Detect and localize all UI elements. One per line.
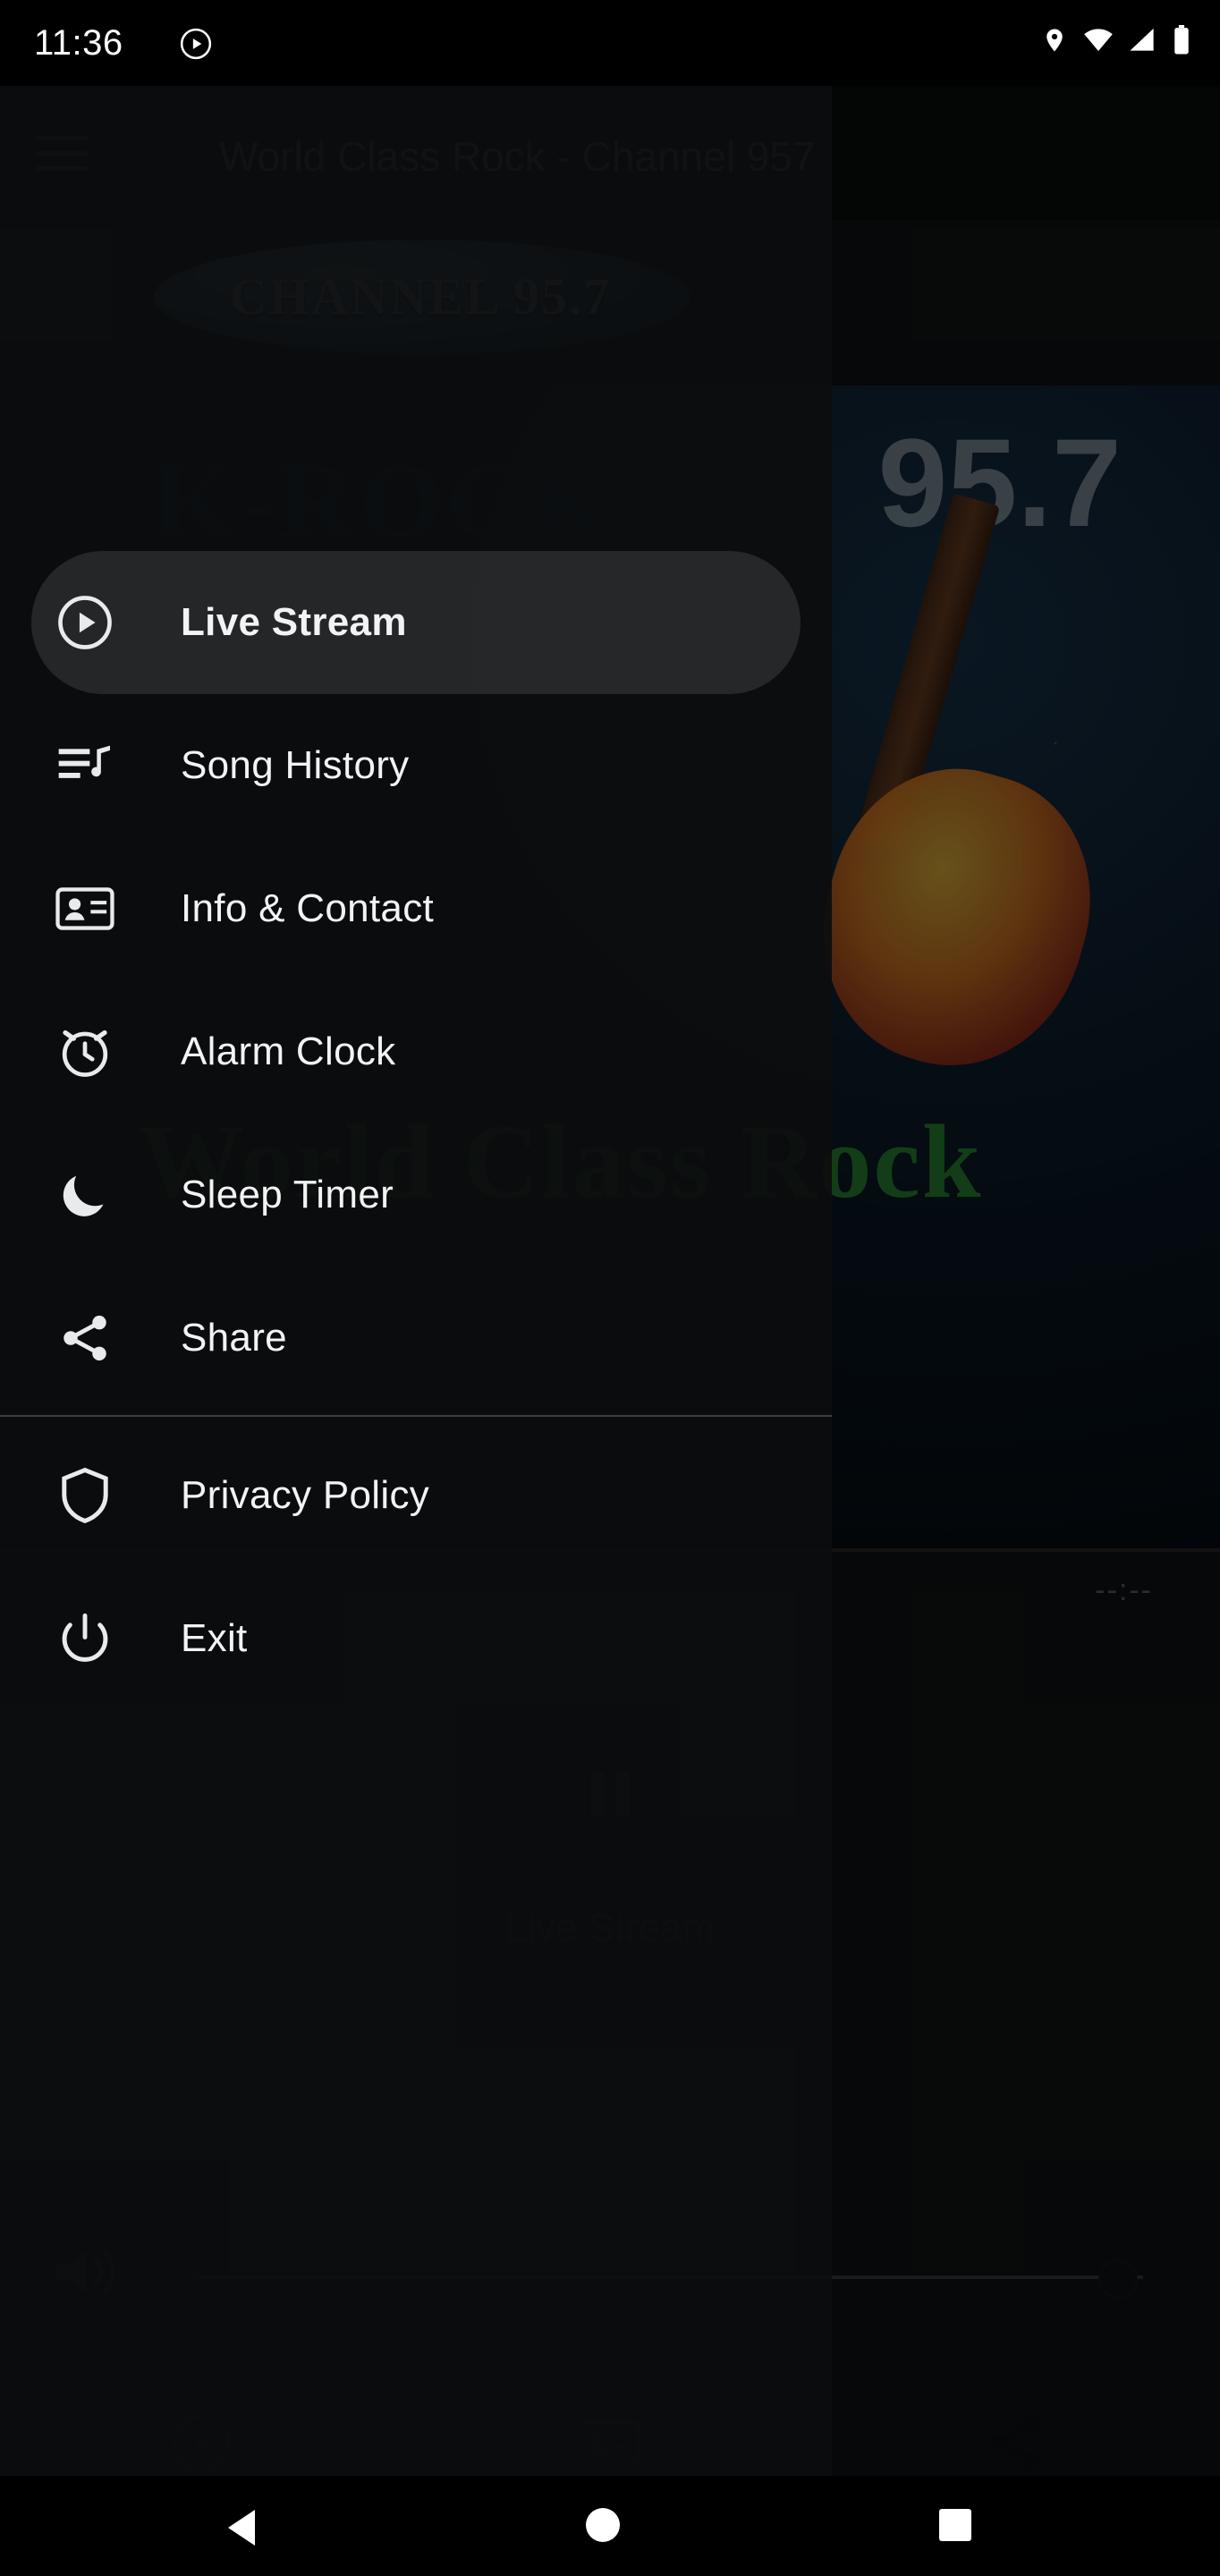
drawer-item-live-stream[interactable]: Live Stream	[31, 551, 801, 694]
wifi-icon	[1082, 27, 1114, 54]
shield-icon	[54, 1464, 116, 1527]
drawer-item-list: Live Stream Song History Info & Contact …	[0, 551, 832, 1710]
drawer-item-label: Info & Contact	[181, 886, 435, 930]
drawer-item-label: Song History	[181, 743, 410, 787]
location-icon	[1041, 25, 1068, 55]
drawer-item-label: Live Stream	[181, 600, 407, 644]
drawer-item-alarm-clock[interactable]: Alarm Clock	[0, 980, 832, 1123]
drawer-item-exit[interactable]: Exit	[0, 1567, 832, 1710]
drawer-item-sleep-timer[interactable]: Sleep Timer	[0, 1123, 832, 1267]
drawer-item-label: Share	[181, 1316, 287, 1360]
drawer-item-label: Exit	[181, 1616, 248, 1660]
playlist-icon	[54, 734, 116, 797]
recents-square-icon[interactable]	[939, 2509, 971, 2541]
drawer-item-info-contact[interactable]: Info & Contact	[0, 837, 832, 980]
play-circle-icon	[54, 591, 116, 654]
status-time: 11:36	[34, 23, 123, 63]
home-circle-icon[interactable]	[586, 2508, 620, 2542]
drawer-item-song-history[interactable]: Song History	[0, 694, 832, 837]
drawer-divider	[0, 1415, 832, 1417]
drawer-item-label: Sleep Timer	[181, 1173, 394, 1216]
system-navigation-bar	[0, 2476, 1220, 2576]
drawer-item-label: Privacy Policy	[181, 1473, 430, 1517]
alarm-clock-icon	[54, 1021, 116, 1083]
status-bar: 11:36	[0, 0, 1220, 86]
play-circle-icon	[179, 27, 213, 61]
drawer-item-share[interactable]: Share	[0, 1267, 832, 1410]
navigation-drawer: Live Stream Song History Info & Contact …	[0, 86, 832, 2476]
moon-icon	[54, 1164, 116, 1226]
share-icon	[54, 1307, 116, 1369]
back-triangle-icon[interactable]	[228, 2510, 255, 2546]
status-icons	[1041, 25, 1191, 55]
contact-card-icon	[54, 877, 116, 940]
drawer-item-label: Alarm Clock	[181, 1030, 396, 1073]
power-icon	[54, 1607, 116, 1670]
drawer-item-privacy-policy[interactable]: Privacy Policy	[0, 1424, 832, 1567]
cell-signal-icon	[1129, 27, 1157, 54]
battery-icon	[1172, 25, 1191, 55]
